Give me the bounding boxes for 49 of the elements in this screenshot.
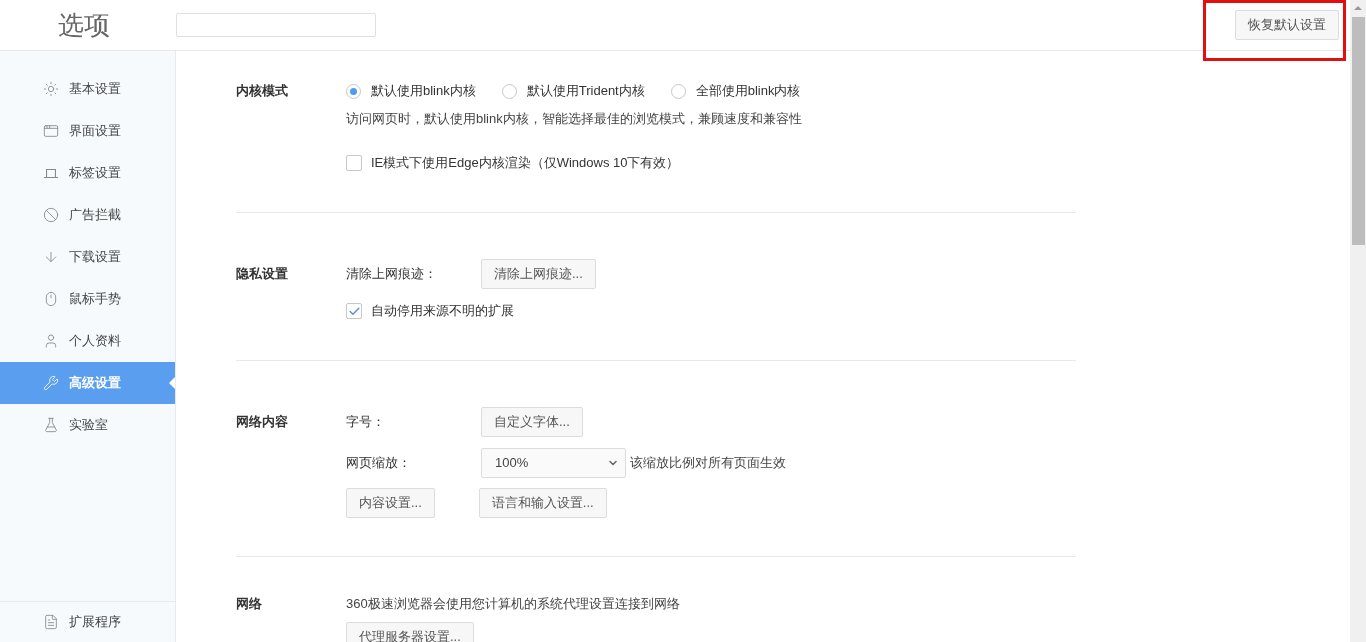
checkbox[interactable] bbox=[346, 303, 362, 319]
scroll-up-icon bbox=[1354, 6, 1362, 10]
wrench-icon bbox=[43, 375, 59, 391]
flask-icon bbox=[43, 417, 59, 433]
section-title: 网络内容 bbox=[236, 412, 288, 431]
action-button[interactable]: 内容设置... bbox=[346, 488, 435, 518]
action-button[interactable]: 语言和输入设置... bbox=[478, 488, 607, 518]
description-text: 该缩放比例对所有页面生效 bbox=[630, 453, 786, 472]
arrow-down-icon bbox=[43, 249, 59, 265]
sidebar-item[interactable]: 标签设置 bbox=[0, 152, 175, 194]
scrollbar[interactable] bbox=[1350, 0, 1366, 642]
person-icon bbox=[43, 333, 59, 349]
sidebar-item[interactable]: 界面设置 bbox=[0, 110, 175, 152]
document-icon bbox=[43, 614, 59, 630]
sidebar-item[interactable]: 基本设置 bbox=[0, 68, 175, 110]
page-title: 选项 bbox=[58, 8, 111, 42]
radio-button[interactable] bbox=[501, 83, 517, 99]
window-icon bbox=[43, 123, 59, 139]
section-title: 隐私设置 bbox=[236, 264, 288, 283]
radio-button[interactable] bbox=[670, 83, 686, 99]
field-label: 字号： bbox=[346, 412, 386, 431]
scrollbar-thumb[interactable] bbox=[1351, 17, 1365, 245]
checkbox[interactable] bbox=[346, 155, 362, 171]
checkbox-label: IE模式下使用Edge内核渲染（仅Windows 10下有效） bbox=[371, 154, 680, 173]
sidebar-item[interactable]: 鼠标手势 bbox=[0, 278, 175, 320]
sidebar-item[interactable]: 广告拦截 bbox=[0, 194, 175, 236]
radio-option[interactable]: 默认使用Trident内核 bbox=[501, 81, 645, 101]
action-button[interactable]: 清除上网痕迹... bbox=[481, 258, 596, 289]
search-field[interactable] bbox=[176, 13, 376, 37]
section-title: 内核模式 bbox=[236, 82, 288, 101]
radio-option[interactable]: 默认使用blink内核 bbox=[346, 81, 476, 101]
description-text: 访问网页时，默认使用blink内核，智能选择最佳的浏览模式，兼顾速度和兼容性 bbox=[346, 110, 802, 129]
description-text: 360极速浏览器会使用您计算机的系统代理设置连接到网络 bbox=[346, 595, 680, 614]
radio-option[interactable]: 全部使用blink内核 bbox=[670, 81, 801, 101]
ban-icon bbox=[43, 207, 59, 223]
sidebar-item[interactable]: 个人资料 bbox=[0, 320, 175, 362]
checkbox-label: 自动停用来源不明的扩展 bbox=[371, 302, 514, 321]
radio-button[interactable] bbox=[346, 83, 361, 99]
field-label: 清除上网痕迹： bbox=[346, 264, 438, 283]
field-label: 网页缩放： bbox=[346, 453, 412, 472]
sidebar-item[interactable]: 扩展程序 bbox=[0, 602, 175, 642]
sun-icon bbox=[43, 81, 59, 97]
section-title: 网络 bbox=[236, 595, 262, 614]
mouse-icon bbox=[43, 291, 59, 307]
action-button[interactable]: 自定义字体... bbox=[481, 406, 583, 437]
sidebar-item[interactable]: 实验室 bbox=[0, 404, 175, 446]
restore-defaults-button[interactable]: 恢复默认设置 bbox=[1235, 10, 1339, 40]
zoom-dropdown[interactable]: 100% bbox=[481, 447, 626, 478]
sidebar-item[interactable]: 下载设置 bbox=[0, 236, 175, 278]
